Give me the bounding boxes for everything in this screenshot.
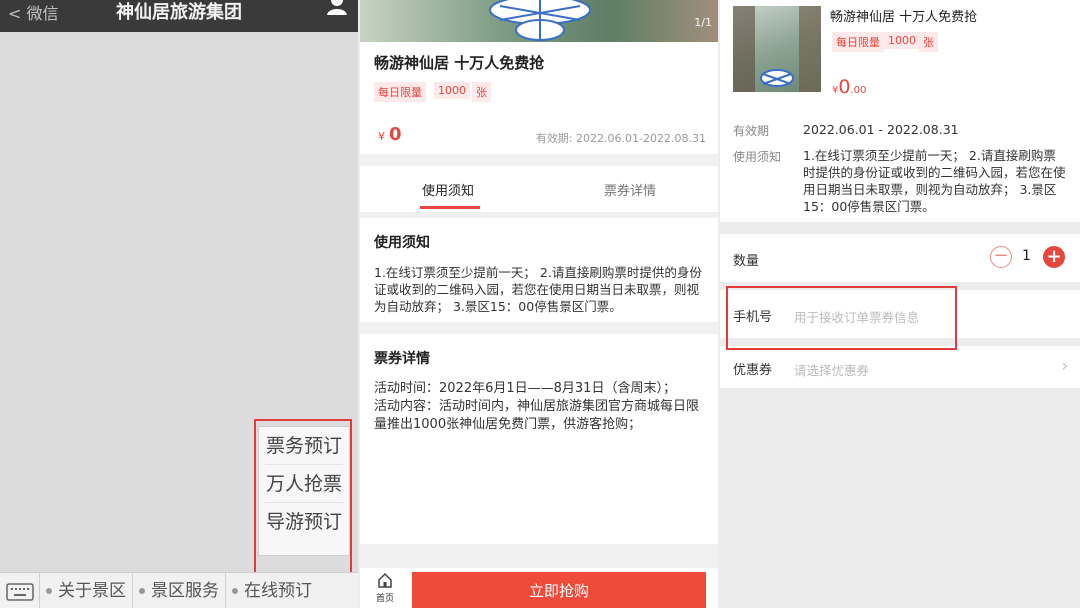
tab-ticket-detail[interactable]: 票券详情 <box>604 180 656 199</box>
home-icon <box>378 572 392 588</box>
keyboard-icon <box>6 582 34 601</box>
tab-usage-notice[interactable]: 使用须知 <box>422 180 474 199</box>
menu-dot-icon <box>232 587 238 594</box>
validity-period: 有效期: 2022.06.01-2022.08.31 <box>535 132 706 145</box>
limit-unit-tag: 张 <box>472 82 491 102</box>
chevron-right-icon: › <box>1061 356 1068 375</box>
product-price: ¥0 <box>378 124 402 145</box>
menu-dot-icon <box>139 587 145 594</box>
limit-tag: 每日限量 <box>374 82 426 102</box>
limit-unit-tag: 张 <box>919 32 938 52</box>
activity-content-text: 活动内容：活动时间内，神仙居旅游集团官方商城每日限量推出1000张神仙居免费门票… <box>374 399 700 432</box>
menu-scenic-service[interactable]: 景区服务 <box>133 572 226 608</box>
order-product-name: 畅游神仙居 十万人免费抢 <box>830 10 978 25</box>
coupon-select[interactable]: 请选择优惠券 <box>794 360 869 379</box>
usage-notice-section: 使用须知 1.在线订票须至少提前一天； 2.请直接刷购票时提供的身份证或收到的二… <box>360 218 718 322</box>
order-meta: 有效期 2022.06.01 - 2022.08.31 使用须知 1.在线订票须… <box>720 104 1080 222</box>
bottom-action-bar: 首页 立即抢购 <box>360 568 718 608</box>
quantity-label: 数量 <box>733 254 760 269</box>
limit-tag: 每日限量 <box>832 32 884 52</box>
flower-sculpture-icon <box>733 6 821 92</box>
usage-notice-title: 使用须知 <box>374 235 430 251</box>
account-title: 神仙居旅游集团 <box>116 2 242 23</box>
menu-dot-icon <box>46 587 52 594</box>
validity-label: 有效期 <box>733 124 770 138</box>
home-button[interactable]: 首页 <box>368 572 402 604</box>
active-tab-indicator <box>420 206 480 209</box>
keyboard-toggle[interactable] <box>0 572 40 608</box>
banner-pager: 1/1 <box>694 16 712 29</box>
product-thumbnail <box>733 6 821 92</box>
flower-sculpture-icon <box>489 0 591 41</box>
activity-time-text: 活动时间：2022年6月1日——8月31日（含周末）； <box>374 381 676 396</box>
wechat-top-bar: < 微信 神仙居旅游集团 <box>0 0 358 32</box>
notice-label: 使用须知 <box>733 150 782 164</box>
increase-quantity-button[interactable]: + <box>1043 246 1065 268</box>
wechat-account-panel: < 微信 神仙居旅游集团 票务预订 万人抢票 导游预订 关于景区 景区服务 在线… <box>0 0 358 608</box>
buy-now-button[interactable]: 立即抢购 <box>412 572 706 608</box>
user-profile-icon[interactable] <box>326 0 348 16</box>
bottom-menu-bar: 关于景区 景区服务 在线预订 <box>0 572 358 608</box>
detail-tabs: 使用须知 票券详情 <box>360 166 718 212</box>
quantity-row: 数量 − 1 + <box>720 234 1080 282</box>
limit-count-tag: 1000 <box>434 82 470 99</box>
coupon-label: 优惠券 <box>733 363 773 378</box>
coupon-row[interactable]: 优惠券 请选择优惠券 › <box>720 346 1080 388</box>
decrease-quantity-button[interactable]: − <box>990 246 1012 268</box>
phone-highlight-box <box>726 286 957 350</box>
ticket-detail-section: 票券详情 活动时间：2022年6月1日——8月31日（含周末）； 活动内容：活动… <box>360 334 718 544</box>
limit-count-tag: 1000 <box>884 32 920 49</box>
quantity-value: 1 <box>1022 248 1031 264</box>
product-name: 畅游神仙居 十万人免费抢 <box>374 54 545 72</box>
product-banner-image: 1/1 <box>360 0 718 42</box>
notice-value: 1.在线订票须至少提前一天； 2.请直接刷购票时提供的身份证或收到的二维码入园，… <box>803 148 1066 214</box>
product-detail-panel: 1/1 畅游神仙居 十万人免费抢 每日限量 1000 张 ¥0 有效期: 202… <box>360 0 718 608</box>
validity-value: 2022.06.01 - 2022.08.31 <box>803 122 959 137</box>
order-product-summary: 畅游神仙居 十万人免费抢 每日限量 1000 张 ¥0.00 <box>720 0 1080 104</box>
usage-notice-text: 1.在线订票须至少提前一天； 2.请直接刷购票时提供的身份证或收到的二维码入园，… <box>374 265 702 314</box>
product-info-card: 畅游神仙居 十万人免费抢 每日限量 1000 张 ¥0 有效期: 2022.06… <box>360 42 718 154</box>
menu-online-booking[interactable]: 在线预订 <box>226 573 318 608</box>
order-price: ¥0.00 <box>832 76 867 98</box>
menu-about-scenic[interactable]: 关于景区 <box>40 572 133 608</box>
ticket-detail-title: 票券详情 <box>374 351 430 367</box>
